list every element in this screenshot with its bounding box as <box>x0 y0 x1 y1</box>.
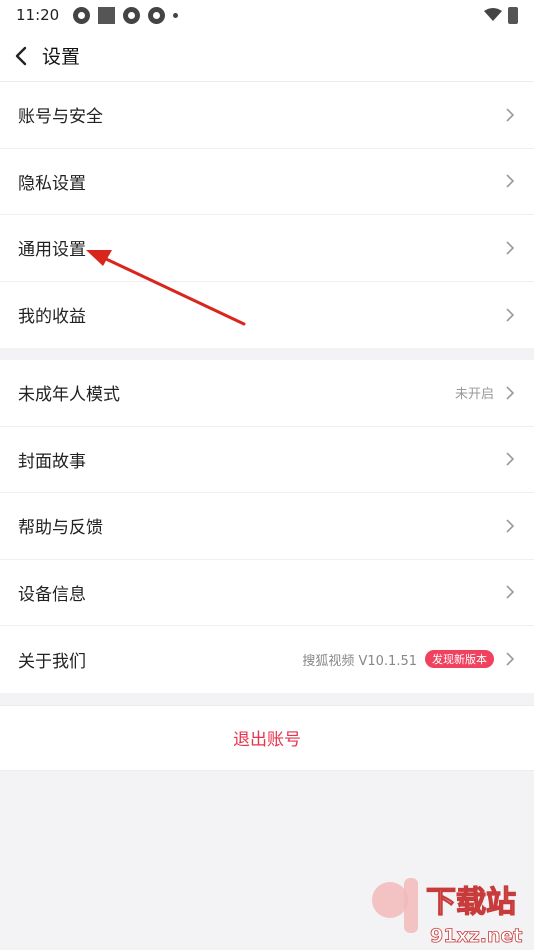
status-bar: 11:20 <box>0 0 534 30</box>
row-label: 未成年人模式 <box>18 385 120 406</box>
notification-icons <box>73 6 179 24</box>
row-label: 通用设置 <box>18 240 86 261</box>
row-account-security[interactable]: 账号与安全 <box>0 82 534 149</box>
row-label: 关于我们 <box>18 651 86 672</box>
wifi-icon <box>484 8 502 21</box>
back-icon[interactable] <box>14 45 36 67</box>
page-title: 设置 <box>42 46 81 68</box>
notification-app-icon <box>123 6 141 24</box>
row-general-settings[interactable]: 通用设置 <box>0 215 534 282</box>
row-label: 帮助与反馈 <box>18 518 103 539</box>
chevron-right-icon <box>506 452 516 466</box>
row-my-earnings[interactable]: 我的收益 <box>0 282 534 349</box>
status-time: 11:20 <box>16 6 60 24</box>
row-privacy-settings[interactable]: 隐私设置 <box>0 149 534 215</box>
row-help-feedback[interactable]: 帮助与反馈 <box>0 493 534 560</box>
chevron-right-icon <box>506 108 516 122</box>
new-version-badge: 发现新版本 <box>425 650 494 669</box>
settings-group-misc: 未成年人模式 未开启 封面故事 帮助与反馈 设备信息 关于我们 搜狐视频 V10… <box>0 360 534 693</box>
chevron-right-icon <box>506 652 516 666</box>
row-label: 设备信息 <box>18 584 86 605</box>
logout-button[interactable]: 退出账号 <box>233 725 301 750</box>
row-about-us[interactable]: 关于我们 搜狐视频 V10.1.51 发现新版本 <box>0 626 534 693</box>
chevron-right-icon <box>506 519 516 533</box>
chevron-right-icon <box>506 386 516 400</box>
row-label: 我的收益 <box>18 307 86 328</box>
row-label: 隐私设置 <box>18 173 86 194</box>
minor-mode-status: 未开启 <box>454 387 494 403</box>
row-label: 封面故事 <box>18 451 86 472</box>
chevron-right-icon <box>506 174 516 188</box>
row-device-info[interactable]: 设备信息 <box>0 560 534 626</box>
header: 设置 <box>0 30 534 82</box>
more-notifications-icon <box>173 12 179 18</box>
logout-row[interactable]: 退出账号 <box>0 704 534 771</box>
app-version: 搜狐视频 V10.1.51 <box>302 653 417 669</box>
row-cover-story[interactable]: 封面故事 <box>0 427 534 493</box>
chevron-right-icon <box>506 585 516 599</box>
watermark-text: 下载站 <box>426 885 516 920</box>
notification-app-icon <box>148 6 166 24</box>
row-label: 账号与安全 <box>18 107 103 128</box>
notification-app-icon <box>73 6 91 24</box>
chevron-right-icon <box>506 308 516 322</box>
row-minor-mode[interactable]: 未成年人模式 未开启 <box>0 360 534 427</box>
notification-image-icon <box>98 6 116 24</box>
watermark-logo-icon: 下载站 91xz.net <box>372 878 523 947</box>
battery-icon <box>508 6 518 24</box>
settings-group-account: 账号与安全 隐私设置 通用设置 我的收益 <box>0 82 534 348</box>
watermark: 下载站 91xz.net <box>360 868 530 948</box>
watermark-domain: 91xz.net <box>430 925 522 947</box>
chevron-right-icon <box>506 241 516 255</box>
